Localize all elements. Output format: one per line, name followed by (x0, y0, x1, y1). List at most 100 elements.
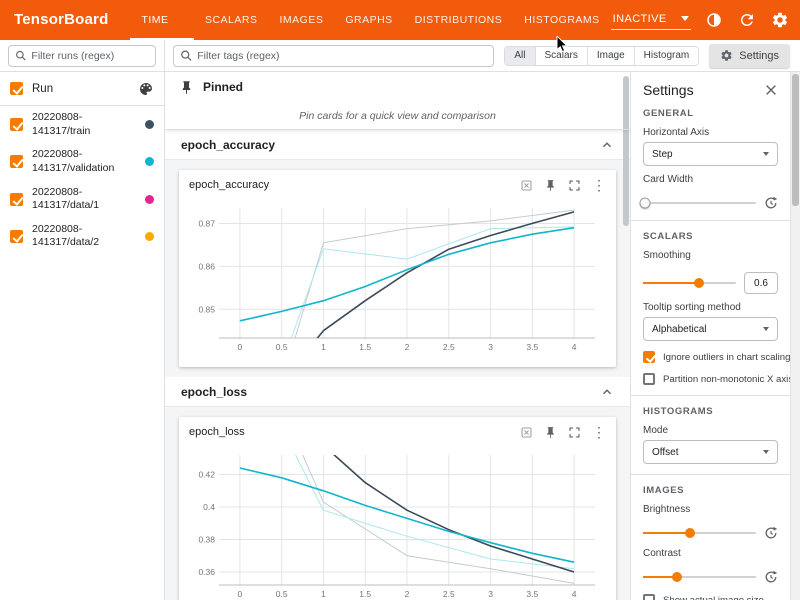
pin-card-icon[interactable] (544, 179, 557, 192)
tensorboard-app: TensorBoard TIME SERIES SCALARS IMAGES G… (0, 0, 800, 600)
status-dropdown[interactable]: INACTIVE (611, 11, 691, 30)
run-name-line: 20220808- (32, 111, 136, 125)
select-all-runs-checkbox[interactable] (10, 82, 23, 95)
runs-sidebar: Run 20220808- 141317/train 20220808- 141… (0, 72, 165, 600)
run-row-data-1[interactable]: 20220808- 141317/data/1 (0, 181, 164, 218)
show-actual-size-checkbox[interactable] (643, 594, 655, 600)
partition-x-axis-label: Partition non-monotonic X axis (663, 374, 790, 385)
chevron-down-icon (763, 327, 769, 331)
smoothing-slider[interactable] (643, 282, 736, 284)
runs-filter-cell (0, 40, 165, 71)
fullscreen-icon[interactable] (568, 426, 581, 439)
filter-chip-all[interactable]: All (505, 47, 535, 65)
svg-text:3.5: 3.5 (526, 342, 538, 352)
filter-toolbar: All Scalars Image Histogram Settings (0, 40, 800, 72)
filter-chip-histogram[interactable]: Histogram (635, 47, 699, 65)
histogram-mode-select[interactable]: Offset (643, 440, 778, 464)
section-label-general: GENERAL (643, 108, 778, 119)
run-checkbox[interactable] (10, 193, 23, 206)
reset-contrast-button[interactable] (764, 570, 778, 584)
collapse-section-button[interactable] (600, 385, 614, 399)
palette-icon[interactable] (138, 81, 154, 97)
epoch-loss-chart[interactable]: 00.511.522.533.540.360.380.40.42 (185, 445, 607, 600)
ignore-outliers-checkbox[interactable] (643, 351, 655, 363)
svg-text:4: 4 (572, 589, 577, 599)
svg-text:1: 1 (321, 589, 326, 599)
svg-text:0.86: 0.86 (198, 261, 215, 271)
scrollbar-thumb[interactable] (623, 76, 629, 226)
filter-tags-box[interactable] (173, 45, 494, 67)
chevron-down-icon (763, 152, 769, 156)
reset-brightness-button[interactable] (764, 526, 778, 540)
divider (631, 395, 790, 396)
fit-icon[interactable] (520, 179, 533, 192)
tab-histograms[interactable]: HISTOGRAMS (513, 0, 610, 40)
scrollbar-thumb[interactable] (792, 74, 799, 206)
svg-text:0.42: 0.42 (198, 470, 215, 480)
more-options-icon[interactable]: ⋮ (592, 178, 606, 192)
chevron-up-icon (600, 385, 614, 399)
filter-tags-input[interactable] (197, 50, 487, 62)
fullscreen-icon[interactable] (568, 179, 581, 192)
run-row-train[interactable]: 20220808- 141317/train (0, 106, 164, 143)
run-name-line: 20220808- (32, 186, 136, 200)
contrast-label: Contrast (643, 548, 778, 559)
tab-images[interactable]: IMAGES (268, 0, 334, 40)
refresh-button[interactable] (737, 10, 757, 30)
pin-card-icon[interactable] (544, 426, 557, 439)
chevron-up-icon (600, 138, 614, 152)
filter-chip-scalars[interactable]: Scalars (536, 47, 588, 65)
section-label-scalars: SCALARS (643, 231, 778, 242)
run-checkbox[interactable] (10, 118, 23, 131)
chevron-down-icon (763, 450, 769, 454)
card-width-slider[interactable] (643, 202, 756, 204)
tab-scalars[interactable]: SCALARS (194, 0, 269, 40)
filter-runs-input[interactable] (31, 50, 149, 62)
filter-runs-box[interactable] (8, 45, 156, 67)
show-actual-size-row[interactable]: Show actual image size (643, 594, 778, 600)
gear-icon (720, 49, 733, 62)
tooltip-sorting-value: Alphabetical (652, 324, 706, 335)
contrast-slider[interactable] (643, 576, 756, 578)
tab-distributions[interactable]: DISTRIBUTIONS (404, 0, 514, 40)
global-settings-button[interactable] (770, 10, 790, 30)
partition-x-axis-row[interactable]: Partition non-monotonic X axis i (643, 373, 778, 385)
section-header-epoch-loss[interactable]: epoch_loss (165, 377, 630, 407)
collapse-section-button[interactable] (600, 138, 614, 152)
tooltip-sorting-label: Tooltip sorting method (643, 302, 778, 313)
run-row-data-2[interactable]: 20220808- 141317/data/2 (0, 218, 164, 255)
pin-icon (179, 80, 194, 95)
main-scrollbar[interactable] (623, 74, 629, 598)
smoothing-row (643, 272, 778, 294)
fit-icon[interactable] (520, 426, 533, 439)
tab-graphs[interactable]: GRAPHS (334, 0, 403, 40)
section-header-epoch-accuracy[interactable]: epoch_accuracy (165, 130, 630, 160)
svg-text:1.5: 1.5 (359, 342, 371, 352)
card-actions: ⋮ (520, 425, 606, 439)
run-row-validation[interactable]: 20220808- 141317/validation (0, 143, 164, 180)
theme-toggle-button[interactable] (704, 10, 724, 30)
brightness-slider[interactable] (643, 532, 756, 534)
histogram-mode-label: Mode (643, 425, 778, 436)
svg-text:2: 2 (405, 589, 410, 599)
tab-time-series[interactable]: TIME SERIES (130, 0, 194, 40)
smoothing-value-input[interactable] (744, 272, 778, 294)
section-label-histograms: HISTOGRAMS (643, 406, 778, 417)
run-checkbox[interactable] (10, 155, 23, 168)
horizontal-axis-select[interactable]: Step (643, 142, 778, 166)
partition-x-axis-checkbox[interactable] (643, 373, 655, 385)
more-options-icon[interactable]: ⋮ (592, 425, 606, 439)
card-header: epoch_accuracy ⋮ (185, 172, 610, 198)
close-settings-button[interactable] (764, 83, 778, 97)
settings-button[interactable]: Settings (709, 44, 790, 68)
reset-card-width-button[interactable] (764, 196, 778, 210)
tooltip-sorting-select[interactable]: Alphabetical (643, 317, 778, 341)
epoch-accuracy-chart[interactable]: 00.511.522.533.540.850.860.87 (185, 198, 607, 358)
search-icon (180, 49, 192, 62)
search-icon (15, 49, 26, 62)
filter-chip-image[interactable]: Image (588, 47, 635, 65)
run-checkbox[interactable] (10, 230, 23, 243)
settings-panel: Settings GENERAL Horizontal Axis Step Ca… (630, 72, 790, 600)
page-scrollbar[interactable] (790, 72, 800, 600)
ignore-outliers-row[interactable]: Ignore outliers in chart scaling (643, 351, 778, 363)
